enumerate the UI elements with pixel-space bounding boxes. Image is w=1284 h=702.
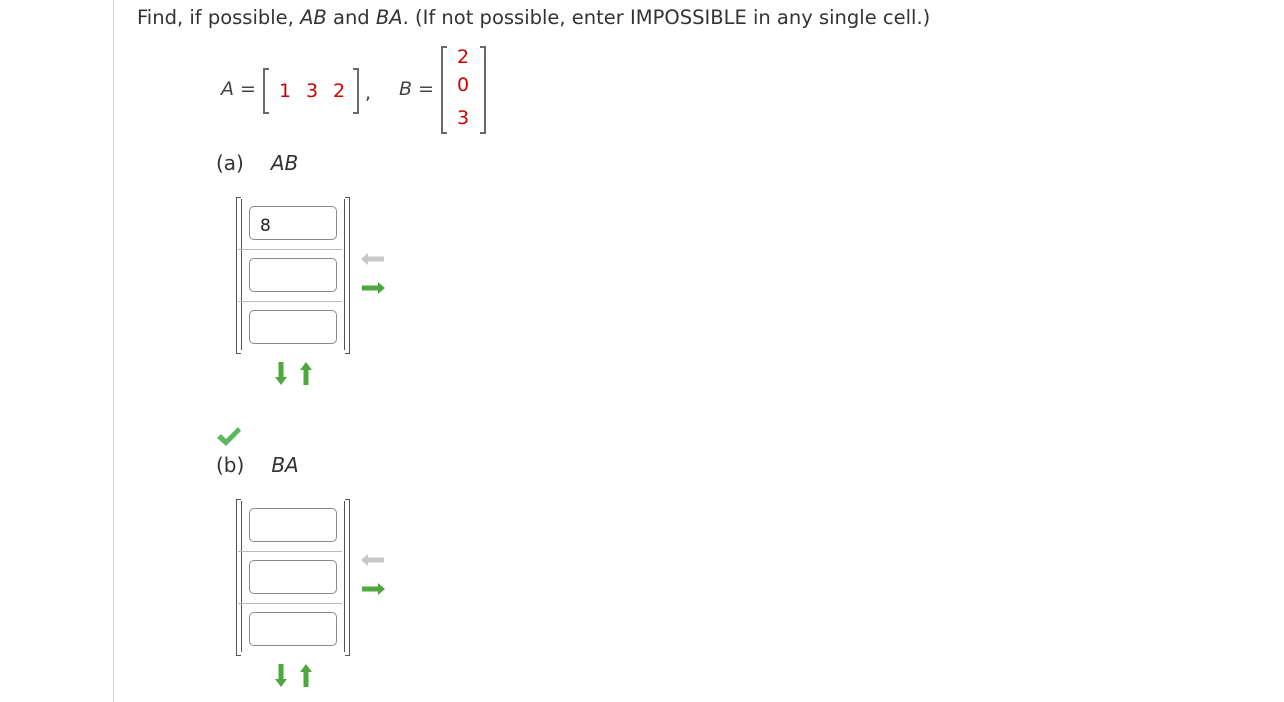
answer-a-left-bracket-inner xyxy=(241,199,242,350)
matrix-a-entry: 3 xyxy=(306,80,319,102)
answer-b-cell[interactable] xyxy=(249,560,337,594)
matrix-a-entry: 1 xyxy=(279,80,292,102)
question-prefix: Find, if possible, xyxy=(137,6,301,29)
arrow-down-icon[interactable] xyxy=(274,361,288,386)
answer-b-left-bracket-inner xyxy=(241,501,242,652)
matrix-a-left-bracket xyxy=(263,68,269,114)
arrow-up-icon[interactable] xyxy=(299,361,313,386)
part-a-expr: AB xyxy=(270,151,299,175)
part-b-heading: (b) BA xyxy=(216,453,299,477)
b-equals: = xyxy=(418,78,435,100)
part-a-label: (a) xyxy=(216,151,244,175)
matrix-b-entry: 0 xyxy=(457,74,470,96)
question-ab: AB xyxy=(300,6,327,29)
answer-b-row-separator xyxy=(238,551,342,552)
matrix-a-entry: 2 xyxy=(333,80,346,102)
matrix-b-entry: 3 xyxy=(457,107,470,129)
given-comma: , xyxy=(365,82,372,104)
part-b-expr: BA xyxy=(271,453,299,477)
part-a-heading: (a) AB xyxy=(216,151,298,175)
answer-b-cell[interactable] xyxy=(249,508,337,542)
part-b-label: (b) xyxy=(216,453,245,477)
answer-a-cell[interactable] xyxy=(249,310,337,344)
matrix-b-left-bracket xyxy=(441,46,447,134)
answer-b-row-separator xyxy=(238,603,342,604)
a-equals: = xyxy=(240,78,256,100)
question-ba: BA xyxy=(375,6,403,29)
matrix-a-label: A = xyxy=(221,78,256,100)
checkmark-icon xyxy=(217,427,241,446)
question-suffix: . (If not possible, enter IMPOSSIBLE in … xyxy=(402,6,931,29)
arrow-left-icon[interactable] xyxy=(360,553,386,567)
b-symbol: B xyxy=(399,78,413,100)
answer-a-row-separator xyxy=(238,301,342,302)
answer-a-row-separator xyxy=(238,249,342,250)
matrix-b-entry: 2 xyxy=(457,46,470,68)
answer-a-cell[interactable] xyxy=(249,258,337,292)
arrow-down-icon[interactable] xyxy=(274,663,288,688)
arrow-right-icon[interactable] xyxy=(360,582,386,596)
answer-a-right-bracket xyxy=(345,197,350,354)
arrow-left-icon[interactable] xyxy=(360,252,386,266)
answer-b-right-bracket-inner xyxy=(344,501,345,652)
matrix-b-label: B = xyxy=(399,78,434,100)
answer-b-cell[interactable] xyxy=(249,612,337,646)
answer-b-right-bracket xyxy=(345,499,350,656)
question-text: Find, if possible, AB and BA. (If not po… xyxy=(137,6,930,29)
a-symbol: A xyxy=(221,78,234,100)
question-and: and xyxy=(326,6,376,29)
left-rule xyxy=(113,0,114,702)
arrow-right-icon[interactable] xyxy=(360,281,386,295)
answer-a-cell[interactable] xyxy=(249,206,337,240)
matrix-b-right-bracket xyxy=(480,46,486,134)
arrow-up-icon[interactable] xyxy=(299,663,313,688)
answer-a-right-bracket-inner xyxy=(344,199,345,350)
matrix-a-right-bracket xyxy=(353,68,359,114)
